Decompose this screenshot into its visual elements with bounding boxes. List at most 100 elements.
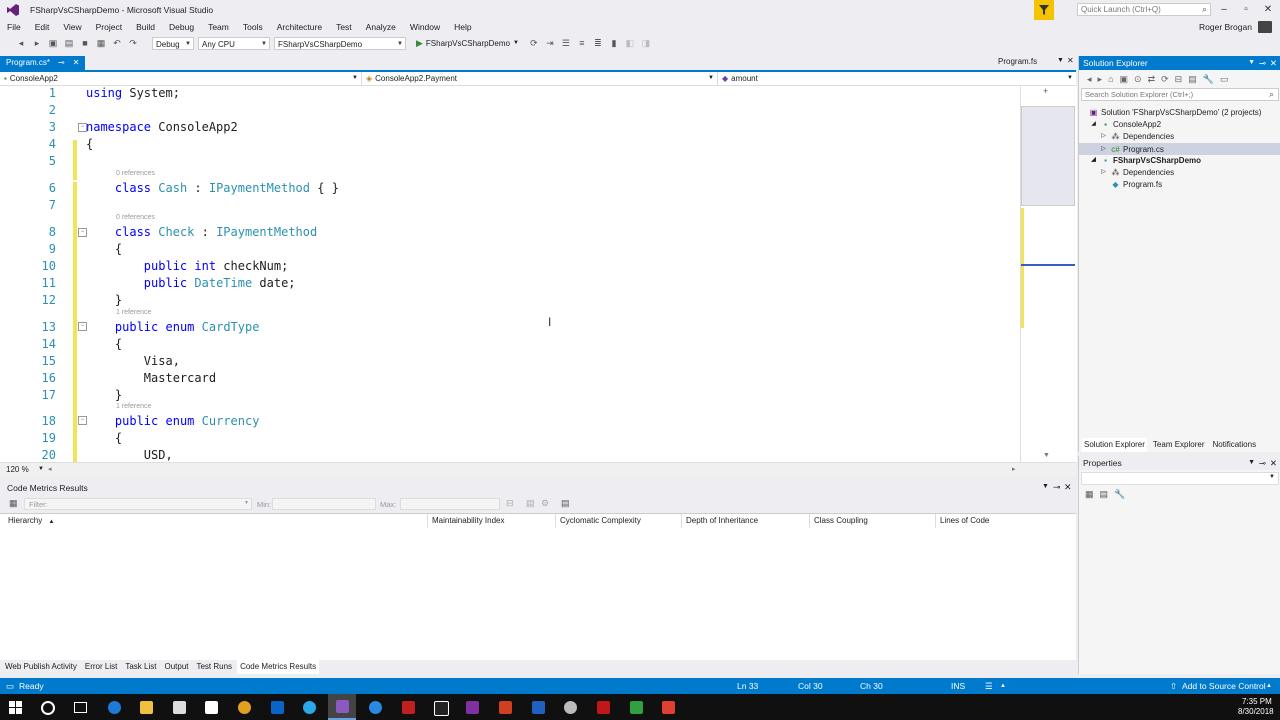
pending-changes-icon[interactable]: ⊙ xyxy=(1134,74,1142,85)
tab-list-icon[interactable]: ▼ xyxy=(1057,57,1064,64)
split-icon[interactable]: + xyxy=(1043,86,1048,96)
expanded-arrow-icon[interactable]: ◢ xyxy=(1089,120,1098,129)
chevron-down-icon[interactable]: ▼ xyxy=(38,466,44,472)
menu-help[interactable]: Help xyxy=(454,22,471,32)
min-input[interactable] xyxy=(272,498,376,510)
menu-view[interactable]: View xyxy=(63,22,81,32)
menu-analyze[interactable]: Analyze xyxy=(366,22,396,32)
panel-menu-icon[interactable]: ▼ xyxy=(1042,483,1049,490)
browser-link-icon[interactable]: ⟳ xyxy=(529,38,539,48)
start-debugging-button[interactable]: ▶ FSharpVsCSharpDemo ▼ xyxy=(416,38,519,49)
scroll-down-icon[interactable]: ▼ xyxy=(1043,452,1050,459)
platform-select[interactable]: Any CPU ▼ xyxy=(198,36,270,50)
back-icon[interactable]: ◂ xyxy=(16,38,26,48)
pin-icon[interactable]: ⊸ xyxy=(1259,456,1266,470)
user-name[interactable]: Roger Brogan xyxy=(1199,22,1252,32)
task-view-icon[interactable] xyxy=(74,702,87,713)
column-depth-of-inheritance[interactable]: Depth of Inheritance xyxy=(682,514,810,528)
skype-icon[interactable] xyxy=(303,701,316,714)
panel-menu-icon[interactable]: ▼ xyxy=(1248,56,1255,70)
scrollbar-minimap[interactable]: + ▼ xyxy=(1020,86,1077,462)
cloud-app-icon[interactable] xyxy=(564,701,577,714)
tab-test-runs[interactable]: Test Runs xyxy=(193,660,235,674)
column-lines-of-code[interactable]: Lines of Code xyxy=(936,514,1074,528)
minimap-viewport[interactable] xyxy=(1021,106,1075,206)
undo-icon[interactable]: ↶ xyxy=(112,38,122,48)
collapsed-arrow-icon[interactable]: ▷ xyxy=(1099,168,1108,177)
pin-icon[interactable]: ⊸ xyxy=(1259,56,1266,70)
collapse-all-icon[interactable]: ⊟ xyxy=(1175,74,1183,85)
save-all-icon[interactable]: ▦ xyxy=(96,38,106,48)
tab-notifications[interactable]: Notifications xyxy=(1211,438,1259,452)
alphabetical-icon[interactable]: ▤ xyxy=(1100,489,1109,500)
apply-filter-icon[interactable]: ⊟ xyxy=(506,498,514,509)
close-icon[interactable]: ✕ xyxy=(73,56,80,70)
chrome-icon[interactable] xyxy=(238,701,251,714)
app-icon[interactable] xyxy=(402,701,415,714)
user-avatar[interactable] xyxy=(1258,21,1272,33)
tab-web-publish-activity[interactable]: Web Publish Activity xyxy=(2,660,80,674)
properties-icon[interactable]: 🔧 xyxy=(1203,74,1214,85)
column-hierarchy[interactable]: Hierarchy ▲ xyxy=(4,514,428,528)
bookmark-next-icon[interactable]: ◨ xyxy=(641,38,651,48)
show-all-files-icon[interactable]: ▤ xyxy=(1188,74,1197,85)
collapsed-arrow-icon[interactable]: ▷ xyxy=(1099,145,1108,154)
minimize-button[interactable]: – xyxy=(1213,0,1235,20)
tab-task-list[interactable]: Task List xyxy=(122,660,159,674)
member-dropdown[interactable]: ◆ amount ▼ xyxy=(718,72,1076,85)
quick-launch-input[interactable]: Quick Launch (Ctrl+Q) ⌕ xyxy=(1077,3,1211,16)
configuration-select[interactable]: Debug ▼ xyxy=(152,36,194,50)
windows-start-icon[interactable] xyxy=(9,701,22,714)
categorized-icon[interactable]: ▦ xyxy=(1085,489,1094,500)
clock-time[interactable]: 7:35 PM xyxy=(1242,697,1272,706)
save-icon[interactable]: ■ xyxy=(80,38,90,48)
bookmark-icon[interactable]: ▮ xyxy=(609,38,619,48)
menu-team[interactable]: Team xyxy=(208,22,229,32)
menu-window[interactable]: Window xyxy=(410,22,440,32)
switch-views-icon[interactable]: ▣ xyxy=(1120,74,1129,85)
type-dropdown[interactable]: ◈ ConsoleApp2.Payment ▼ xyxy=(362,72,718,85)
clear-icon[interactable]: ▤ xyxy=(561,498,570,509)
tab-code-metrics-results[interactable]: Code Metrics Results xyxy=(237,660,320,674)
calculate-metrics-icon[interactable]: ▦ xyxy=(9,498,18,509)
step-icon[interactable]: ⇥ xyxy=(545,38,555,48)
tab-program-cs[interactable]: Program.cs* ⊸ ✕ xyxy=(0,56,86,70)
tab-program-fs[interactable]: Program.fs xyxy=(998,57,1037,66)
close-button[interactable]: ✕ xyxy=(1257,0,1279,20)
back-icon[interactable]: ◂ xyxy=(1087,74,1092,85)
close-icon[interactable]: ✕ xyxy=(1270,56,1277,70)
codelens-references[interactable]: 1 reference xyxy=(116,309,151,316)
collapsed-arrow-icon[interactable]: ▷ xyxy=(1099,132,1108,141)
search-icon[interactable] xyxy=(41,701,55,715)
scroll-right-icon[interactable]: ▸ xyxy=(1012,465,1016,473)
close-icon[interactable]: ✕ xyxy=(1270,456,1277,470)
menu-debug[interactable]: Debug xyxy=(169,22,194,32)
menu-file[interactable]: File xyxy=(7,22,21,32)
tree-project-consoleapp2[interactable]: ◢ ▪ ConsoleApp2 xyxy=(1089,120,1161,129)
refresh-icon[interactable]: ⟳ xyxy=(1161,74,1169,85)
sync-icon[interactable]: ⇄ xyxy=(1148,74,1156,85)
panel-menu-icon[interactable]: ▼ xyxy=(1248,456,1255,470)
edge-icon[interactable] xyxy=(108,701,121,714)
word-icon[interactable] xyxy=(532,701,545,714)
menu-edit[interactable]: Edit xyxy=(35,22,50,32)
solution-search-input[interactable]: Search Solution Explorer (Ctrl+;) ⌕ xyxy=(1081,88,1279,101)
column-cyclomatic-complexity[interactable]: Cyclomatic Complexity xyxy=(556,514,682,528)
open-file-icon[interactable]: ▤ xyxy=(64,38,74,48)
terminal-icon[interactable] xyxy=(434,701,449,716)
powerpoint-icon[interactable] xyxy=(499,701,512,714)
close-icon[interactable]: ✕ xyxy=(1064,482,1072,493)
forward-icon[interactable]: ▸ xyxy=(1098,74,1103,85)
tab-output[interactable]: Output xyxy=(161,660,191,674)
object-select[interactable]: ▼ xyxy=(1081,472,1279,485)
pin-icon[interactable]: ⊸ xyxy=(58,56,65,70)
mail-icon[interactable] xyxy=(205,701,218,714)
onenote-icon[interactable] xyxy=(466,701,479,714)
column-class-coupling[interactable]: Class Coupling xyxy=(810,514,936,528)
comment-icon[interactable]: ≣ xyxy=(593,38,603,48)
pin-icon[interactable]: ⊸ xyxy=(1053,482,1061,493)
preview-icon[interactable]: ▭ xyxy=(1220,74,1229,85)
zoom-level[interactable]: 120 % xyxy=(6,465,29,474)
tab-error-list[interactable]: Error List xyxy=(82,660,120,674)
column-maintainability-index[interactable]: Maintainability Index xyxy=(428,514,556,528)
